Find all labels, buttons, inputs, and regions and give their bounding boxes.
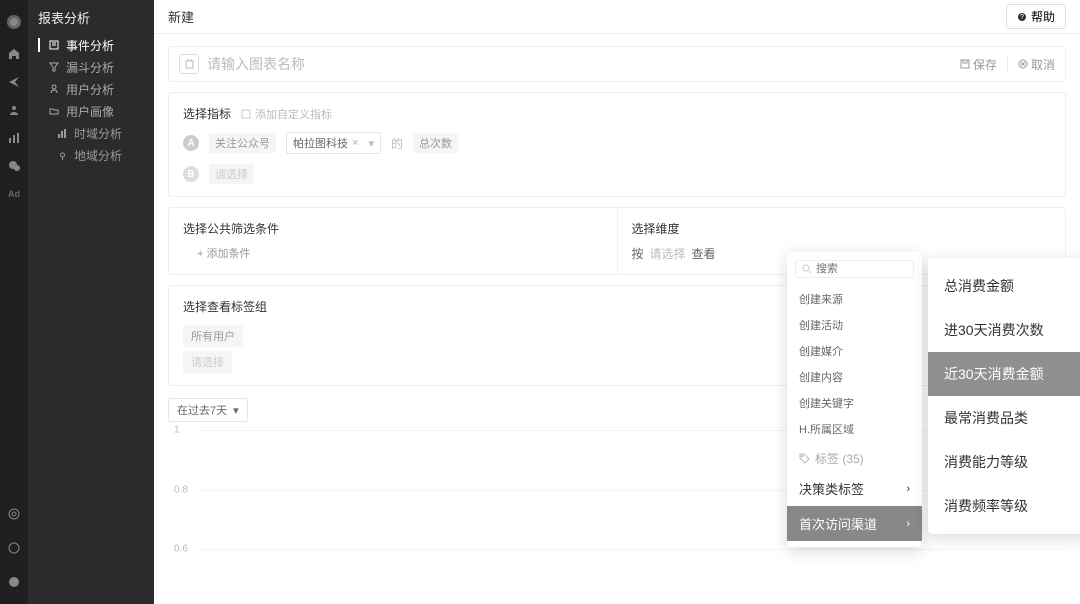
submenu-item-active[interactable]: 近30天消费金额 <box>928 352 1080 396</box>
taggroup-placeholder[interactable]: 请选择 <box>183 351 232 373</box>
badge-b: B <box>183 166 199 182</box>
dropdown-search[interactable] <box>795 260 914 278</box>
sidebar-item-label: 事件分析 <box>66 37 114 54</box>
wechat-icon[interactable] <box>4 152 24 180</box>
page-title: 新建 <box>168 7 194 26</box>
ad-icon[interactable]: Ad <box>4 180 24 208</box>
sidebar-sub-label: 地域分析 <box>74 147 122 164</box>
add-custom-metric[interactable]: 添加自定义指标 <box>241 106 332 122</box>
submenu-item[interactable]: 消费频率等级 <box>928 484 1080 528</box>
rename-icon[interactable] <box>179 54 199 74</box>
sidebar-sub-time[interactable]: 时域分析 <box>28 122 154 144</box>
tag-icon <box>799 453 810 464</box>
dropdown-item[interactable]: 创建内容 <box>787 364 922 390</box>
metrics-section: 选择指标 添加自定义指标 A 关注公众号 帕拉图科技 × ▾ 的 总次数 B <box>168 92 1066 197</box>
close-icon[interactable]: × <box>352 137 358 149</box>
metrics-label: 选择指标 <box>183 105 231 122</box>
metric-agg-chip[interactable]: 总次数 <box>413 133 458 153</box>
dimension-select[interactable]: 请选择 <box>650 245 686 262</box>
sidebar-item-user-profile[interactable]: 用户画像 <box>28 100 154 122</box>
submenu-item[interactable]: 进30天消费次数 <box>928 308 1080 352</box>
metric-company-select[interactable]: 帕拉图科技 × ▾ <box>286 132 381 154</box>
home-icon[interactable] <box>4 40 24 68</box>
avatar-icon[interactable] <box>4 568 24 596</box>
dimension-submenu[interactable]: 总消费金额 进30天消费次数 近30天消费金额 最常消费品类 消费能力等级 消费… <box>928 258 1080 534</box>
submenu-item[interactable]: 总消费金额 <box>928 264 1080 308</box>
settings-icon[interactable] <box>4 500 24 528</box>
cancel-icon <box>1018 59 1028 69</box>
dropdown-item[interactable]: 创建活动 <box>787 312 922 338</box>
dropdown-item[interactable]: H.所属区域 <box>787 416 922 442</box>
y-tick: 0.8 <box>174 484 188 495</box>
geo-icon <box>56 149 68 161</box>
dropdown-expand-decision[interactable]: 决策类标签 › <box>787 471 922 506</box>
dimension-dropdown[interactable]: 创建来源 创建活动 创建媒介 创建内容 创建关键字 H.所属区域 标签 (35)… <box>787 252 922 547</box>
dropdown-item[interactable]: 创建媒介 <box>787 338 922 364</box>
sidebar-title: 报表分析 <box>28 0 154 34</box>
sidebar: 报表分析 事件分析 漏斗分析 用户分析 用户画像 时域分析 地域分析 <box>28 0 154 604</box>
add-condition-button[interactable]: + 添加条件 <box>197 245 603 261</box>
chevron-right-icon: › <box>906 518 910 530</box>
main: 新建 ? 帮助 保存 取消 <box>154 0 1080 604</box>
cancel-button[interactable]: 取消 <box>1018 56 1055 73</box>
taggroup-all-users[interactable]: 所有用户 <box>183 325 243 347</box>
chart-title-card: 保存 取消 <box>168 46 1066 82</box>
sidebar-item-label: 用户分析 <box>66 81 114 98</box>
dropdown-item[interactable]: 创建来源 <box>787 286 922 312</box>
dropdown-item[interactable]: 创建关键字 <box>787 390 922 416</box>
logo-icon[interactable] <box>4 8 24 36</box>
save-button[interactable]: 保存 <box>960 56 997 73</box>
metric-b-placeholder[interactable]: 请选择 <box>209 164 254 184</box>
dropdown-category: 标签 (35) <box>787 442 922 471</box>
user-icon <box>48 83 60 95</box>
filters-label: 选择公共筛选条件 <box>183 220 603 237</box>
y-tick: 1 <box>174 425 180 436</box>
filters-col: 选择公共筛选条件 + 添加条件 <box>169 208 617 274</box>
view-label: 查看 <box>692 245 716 262</box>
y-tick: 0.6 <box>174 544 188 555</box>
doc-icon <box>48 39 60 51</box>
sidebar-item-funnel[interactable]: 漏斗分析 <box>28 56 154 78</box>
of-label: 的 <box>391 135 403 152</box>
chevron-down-icon: ▾ <box>368 137 374 150</box>
save-icon <box>960 59 970 69</box>
sidebar-sub-geo[interactable]: 地域分析 <box>28 144 154 166</box>
send-icon[interactable] <box>4 68 24 96</box>
chevron-right-icon: › <box>906 483 910 495</box>
chart-icon[interactable] <box>4 124 24 152</box>
content: 保存 取消 选择指标 添加自定义指标 A 关注公众号 <box>154 34 1080 604</box>
dropdown-search-input[interactable] <box>816 263 906 275</box>
submenu-item[interactable]: 消费能力等级 <box>928 440 1080 484</box>
chevron-down-icon: ▾ <box>233 404 239 417</box>
person-icon[interactable] <box>4 96 24 124</box>
help-icon: ? <box>1017 12 1027 22</box>
sidebar-item-event-analysis[interactable]: 事件分析 <box>28 34 154 56</box>
submenu-item[interactable]: 最常消费品类 <box>928 396 1080 440</box>
dropdown-expand-channel[interactable]: 首次访问渠道 › <box>787 506 922 541</box>
by-label: 按 <box>632 245 644 262</box>
dimensions-label: 选择维度 <box>632 220 1052 237</box>
topbar: 新建 ? 帮助 <box>154 0 1080 34</box>
bar-icon <box>56 127 68 139</box>
folder-icon <box>48 105 60 117</box>
help-button[interactable]: ? 帮助 <box>1006 4 1066 29</box>
function-icon <box>241 109 251 119</box>
sidebar-item-label: 用户画像 <box>66 103 114 120</box>
left-rail: Ad <box>0 0 28 604</box>
chat-icon[interactable] <box>4 534 24 562</box>
date-range-select[interactable]: 在过去7天 ▾ <box>168 398 248 422</box>
divider <box>1007 56 1008 72</box>
badge-a: A <box>183 135 199 151</box>
svg-text:?: ? <box>1020 14 1024 21</box>
sidebar-item-label: 漏斗分析 <box>66 59 114 76</box>
sidebar-sub-label: 时域分析 <box>74 125 122 142</box>
metric-event-chip[interactable]: 关注公众号 <box>209 133 276 153</box>
sidebar-item-user-analysis[interactable]: 用户分析 <box>28 78 154 100</box>
funnel-icon <box>48 61 60 73</box>
chart-name-input[interactable] <box>207 56 507 72</box>
search-icon <box>802 264 812 274</box>
